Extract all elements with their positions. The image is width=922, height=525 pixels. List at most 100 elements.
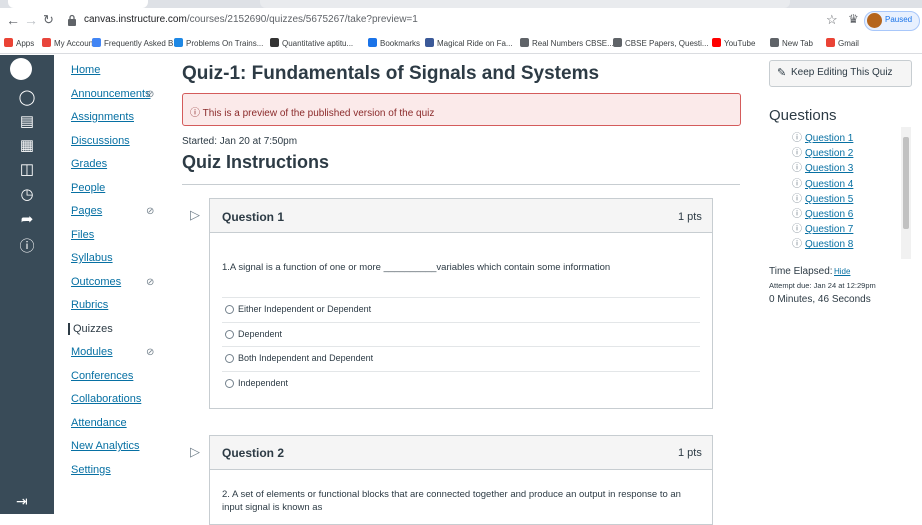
flag-question-icon[interactable]: ▷ [190,444,200,460]
bookmark-favicon-icon [4,38,13,47]
answer-radio[interactable] [225,329,234,339]
bookmark-label: Apps [16,39,35,48]
bookmark-item[interactable]: Quantitative aptitu... [270,38,353,50]
bookmark-item[interactable]: CBSE Papers, Questi... [613,38,709,50]
answer-radio[interactable] [225,305,234,314]
questions-heading: Questions [769,107,837,124]
account-avatar[interactable] [10,58,32,80]
course-nav-item[interactable]: Announcements [71,88,151,100]
question-link-label: Question 4 [805,178,854,190]
question-link[interactable]: ⓘ Question 6 [792,205,853,220]
bookmark-item[interactable]: Magical Ride on Fa... [425,38,513,50]
answer-label: Dependent [238,328,283,339]
course-nav-item[interactable]: Attendance [71,417,127,429]
question-status-icon: ⓘ [792,193,802,205]
bookmark-favicon-icon [770,38,779,47]
course-nav-item[interactable]: Discussions [71,135,130,147]
course-nav-item[interactable]: Rubrics [71,299,108,311]
answer-option[interactable] [222,321,700,346]
bookmark-favicon-icon [520,38,529,47]
course-nav-item[interactable]: Quizzes [68,322,113,335]
bookmark-label: CBSE Papers, Questi... [625,39,709,48]
bookmark-favicon-icon [174,38,183,47]
course-nav-item[interactable]: Settings [71,464,111,476]
bookmark-item[interactable]: My Account [42,38,95,50]
bookmark-star-icon[interactable]: ☆ [826,12,838,28]
course-nav-item[interactable]: Pages [71,205,102,217]
bookmark-favicon-icon [425,38,434,47]
question-points: 1 pts [678,447,702,459]
browser-tab[interactable] [8,0,148,8]
flag-question-icon[interactable]: ▷ [190,207,200,223]
course-nav-item[interactable]: Syllabus [71,252,113,264]
url-text[interactable]: canvas.instructure.com/courses/2152690/q… [84,14,418,25]
bookmark-item[interactable]: New Tab [770,38,813,50]
question-status-icon: ⓘ [792,224,802,236]
bookmark-item[interactable]: Problems On Trains... [174,38,263,50]
question-status-icon: ⓘ [792,239,802,251]
hide-timer-link[interactable]: Hide [834,267,850,276]
course-nav-item[interactable]: Files [71,229,94,241]
question-points: 1 pts [678,211,702,223]
course-nav-item[interactable]: Collaborations [71,393,141,405]
answer-option[interactable] [222,370,700,395]
course-nav-item[interactable]: Grades [71,158,107,170]
forward-arrow-icon[interactable]: → [24,10,38,30]
bookmark-item[interactable]: Bookmarks [368,38,420,50]
calendar-icon[interactable]: ▦ [14,134,40,156]
question-text: 1.A signal is a function of one or more … [222,262,611,273]
course-nav-item[interactable]: Assignments [71,111,134,123]
bookmark-label: Problems On Trains... [186,39,264,48]
bookmark-item[interactable]: Gmail [826,38,859,50]
bookmark-favicon-icon [613,38,622,47]
course-nav-item[interactable]: New Analytics [71,440,139,452]
hidden-eye-icon: ⊘ [146,88,155,100]
url-host: canvas.instructure.com [84,14,187,25]
browser-tab-inactive[interactable] [260,0,790,8]
courses-icon[interactable]: ▤ [14,110,40,132]
question-link[interactable]: ⓘ Question 2 [792,144,853,159]
extensions-icon[interactable]: ♛ [848,12,859,26]
bookmark-item[interactable]: YouTube [712,38,755,50]
bookmark-label: Real Numbers CBSE... [532,39,614,48]
help-icon[interactable]: ⓘ [14,234,40,256]
question-link-label: Question 8 [805,239,854,251]
preview-alert-text: ⓘ This is a preview of the published ver… [190,104,434,119]
instructions-heading: Quiz Instructions [182,152,330,172]
inbox-icon[interactable]: ◫ [14,158,40,180]
course-nav-item[interactable]: People [71,182,105,194]
bookmark-item[interactable]: Real Numbers CBSE... [520,38,614,50]
bookmark-label: Frequently Asked B... [104,39,181,48]
keep-editing-label: Keep Editing This Quiz [791,67,893,78]
answer-radio[interactable] [225,354,234,363]
question-link[interactable]: ⓘ Question 3 [792,159,853,174]
course-nav-item[interactable]: Outcomes [71,276,121,288]
reload-icon[interactable]: ↻ [43,10,54,30]
question-link[interactable]: ⓘ Question 1 [792,129,853,144]
course-nav-item[interactable]: Conferences [71,370,133,382]
commons-icon[interactable]: ➦ [14,208,40,230]
scrollbar-thumb[interactable] [903,137,909,229]
bookmark-label: New Tab [782,39,813,48]
history-icon[interactable]: ◷ [14,183,40,205]
time-elapsed-label: Time Elapsed: [769,266,833,277]
question-link[interactable]: ⓘ Question 4 [792,175,853,190]
course-nav-item[interactable]: Modules [71,346,113,358]
bookmark-favicon-icon [826,38,835,47]
attempt-due: Attempt due: Jan 24 at 12:29pm [769,281,876,290]
page-title: Quiz-1: Fundamentals of Signals and Syst… [182,63,600,84]
warning-icon: ⓘ [190,108,203,119]
collapse-nav-icon[interactable]: ⇥ [16,493,28,510]
dashboard-icon[interactable]: ◯ [14,86,40,108]
bookmark-favicon-icon [42,38,51,47]
started-time: Started: Jan 20 at 7:50pm [182,136,298,147]
bookmark-item[interactable]: Frequently Asked B... [92,38,180,50]
question-link[interactable]: ⓘ Question 5 [792,190,853,205]
back-arrow-icon[interactable]: ← [6,10,20,30]
answer-radio[interactable] [225,378,234,388]
question-link[interactable]: ⓘ Question 7 [792,220,853,235]
course-nav-item[interactable]: Home [71,64,100,76]
question-link[interactable]: ⓘ Question 8 [792,235,853,250]
bookmark-item[interactable]: Apps [4,38,34,50]
bookmark-label: Bookmarks [380,39,421,48]
